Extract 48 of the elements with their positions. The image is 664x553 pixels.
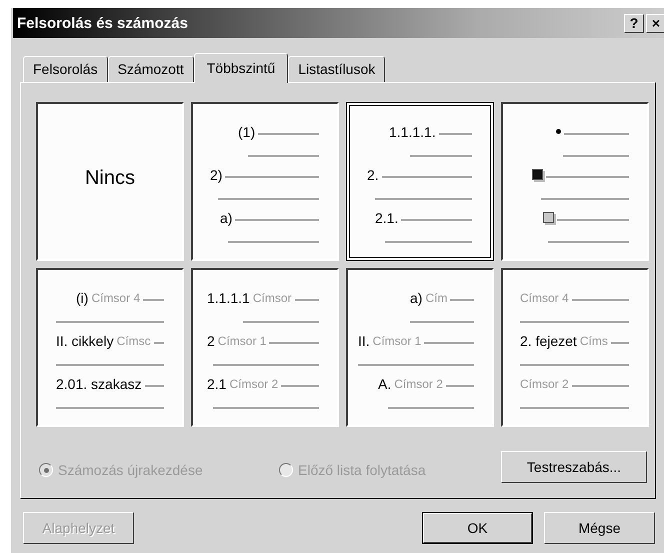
list-preset[interactable]: 1.1.1.1 Címsor 2 Címsor 1 2.1 Címsor 2 xyxy=(191,268,339,427)
level-number: 1.1.1.1 xyxy=(207,290,250,306)
heading-caption: Címsor 2 xyxy=(394,376,443,392)
heading-caption: Címsc xyxy=(116,333,151,349)
dialog-button[interactable]: OK xyxy=(422,512,533,544)
dialog-button[interactable]: Mégse xyxy=(544,512,655,544)
heading-caption: Címs xyxy=(580,333,608,349)
help-button[interactable]: ? xyxy=(624,14,644,32)
level-number: (1) xyxy=(238,124,256,140)
level-number: 1.1.1.1. xyxy=(389,124,436,140)
list-preset[interactable]: (1) 2) a) xyxy=(191,102,339,261)
tab[interactable]: Felsorolás xyxy=(23,56,108,82)
window-title: Felsorolás és számozás xyxy=(17,14,188,32)
list-preset[interactable]: Nincs xyxy=(36,102,184,261)
level-number: a) xyxy=(410,290,422,306)
list-preset[interactable] xyxy=(501,102,649,261)
list-preset[interactable]: (i) Címsor 4 II. cikkely Címsc 2.01. szakasz xyxy=(36,268,184,427)
list-preset[interactable]: a) Cím II. Címsor 1 A. Címsor 2 xyxy=(346,268,494,427)
radio-label: Előző lista folytatása xyxy=(298,462,426,478)
level-number: 2. xyxy=(367,167,379,183)
preset-label: Nincs xyxy=(84,167,135,190)
tab[interactable]: Listastílusok xyxy=(288,56,386,82)
heading-caption: Címsor xyxy=(252,290,292,306)
customize-button[interactable]: Testreszabás... xyxy=(501,451,647,483)
heading-caption: Címsor 2 xyxy=(520,376,569,392)
level-number: II. cikkely xyxy=(56,333,114,349)
heading-caption: Címsor 4 xyxy=(91,290,140,306)
heading-caption: Címsor 1 xyxy=(218,333,266,349)
level-number: 2. fejezet xyxy=(520,333,577,349)
level-number: II. xyxy=(358,333,370,349)
heading-caption: Címsor 2 xyxy=(229,376,278,392)
level-number: 2.01. szakasz xyxy=(56,376,142,392)
tab[interactable]: Többszintű xyxy=(194,53,288,83)
level-number: 2.1. xyxy=(375,210,398,226)
level-number: 2) xyxy=(210,167,222,183)
tab[interactable]: Számozott xyxy=(108,56,194,82)
heading-caption: Címsor 1 xyxy=(372,333,422,349)
heading-caption: Cím xyxy=(425,290,448,306)
level-number: a) xyxy=(220,210,232,226)
level-number: 2 xyxy=(207,333,215,349)
radio-label: Számozás újrakezdése xyxy=(58,462,203,478)
level-number: 2.1 xyxy=(207,376,226,392)
heading-caption: Címsor 4 xyxy=(520,290,569,306)
level-number: (i) xyxy=(76,290,88,306)
level-number: A. xyxy=(378,376,392,392)
list-preset[interactable]: 1.1.1.1. 2. 2.1. xyxy=(346,102,494,261)
list-preset[interactable]: Címsor 4 2. fejezet Címs Címsor 2 xyxy=(501,268,649,427)
close-button[interactable]: × xyxy=(646,14,664,32)
